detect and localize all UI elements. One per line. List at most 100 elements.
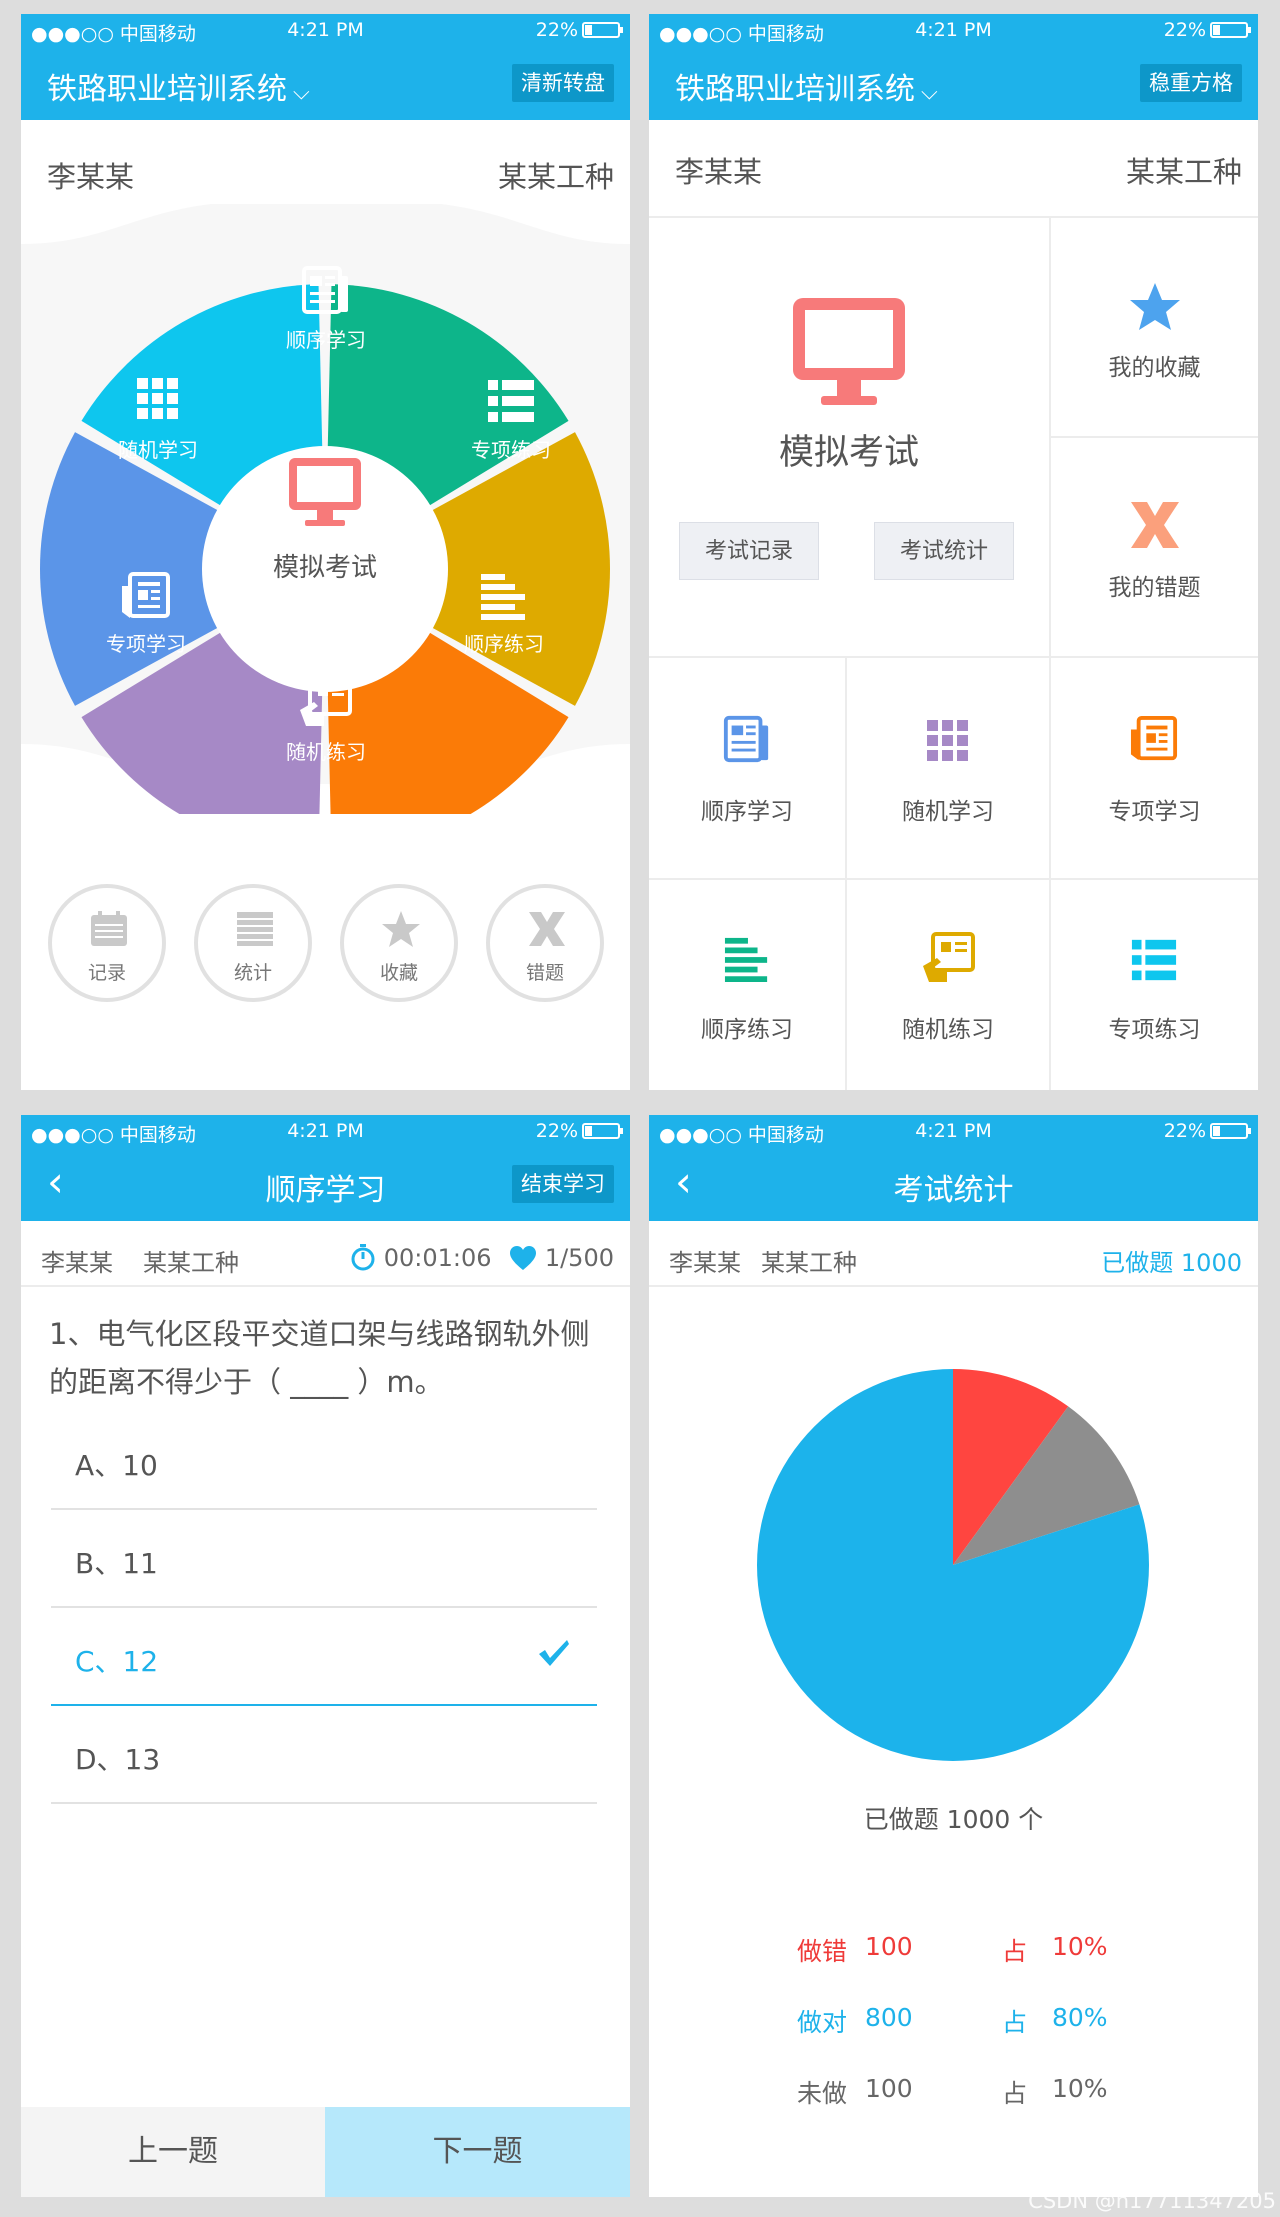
battery-status: 22% xyxy=(536,1120,623,1142)
pie-caption: 已做题 1000 个 xyxy=(863,1805,1044,1834)
status-bar: ●●●○○ 中国移动 4:21 PM 22% xyxy=(649,14,1258,46)
monitor-icon xyxy=(285,456,365,532)
bars-icon xyxy=(434,572,574,624)
table-icon xyxy=(237,912,273,946)
exam-center-label: 模拟考试 xyxy=(272,553,377,583)
newspaper-icon xyxy=(722,714,772,768)
theme-switch-button[interactable]: 清新转盘 xyxy=(512,64,614,102)
stats-button[interactable]: 统计 xyxy=(194,884,312,1002)
stat-pct: 80% xyxy=(1052,2003,1108,2032)
screen-question: ●●●○○ 中国移动 4:21 PM 22% ‹ 顺序学习 结束学习 李某某 某某… xyxy=(21,1115,630,2197)
list-icon xyxy=(1130,936,1178,988)
bars-icon xyxy=(723,936,771,986)
list-icon xyxy=(441,376,581,430)
option-label: B、11 xyxy=(75,1547,158,1580)
theme-switch-button[interactable]: 稳重方格 xyxy=(1140,64,1242,102)
watermark: CSDN @h17711347205 xyxy=(1028,2189,1276,2213)
tile-random-study[interactable] xyxy=(847,658,1049,878)
progress-info: 00:01:06 1/500 xyxy=(350,1243,614,1272)
divider xyxy=(649,1285,1258,1287)
battery-percent: 22% xyxy=(1163,19,1206,41)
checkmark-icon xyxy=(539,1640,569,1666)
option-c[interactable]: C、12 xyxy=(51,1608,597,1706)
grid-icon xyxy=(88,376,228,426)
job-type: 某某工种 xyxy=(497,160,614,194)
mistakes-button[interactable]: 错题 xyxy=(486,884,604,1002)
battery-percent: 22% xyxy=(535,19,578,41)
title-bar: ‹ 考试统计 xyxy=(649,1147,1258,1221)
stat-pct-label: 占 xyxy=(1002,2008,1028,2037)
option-b[interactable]: B、11 xyxy=(51,1510,597,1608)
favorites-button[interactable]: 收藏 xyxy=(340,884,458,1002)
doc-icon xyxy=(76,572,216,626)
tile-label: 随机练习 xyxy=(902,1017,994,1043)
battery-icon xyxy=(1210,1123,1251,1139)
user-row: 李某某 某某工种 xyxy=(675,149,1242,191)
question-progress: 1/500 xyxy=(544,1244,614,1272)
status-bar: ●●●○○ 中国移动 4:21 PM 22% xyxy=(649,1115,1258,1147)
battery-status: 22% xyxy=(535,19,623,41)
timer: 00:01:06 xyxy=(383,1244,492,1272)
tile-sequential-study[interactable] xyxy=(649,658,845,878)
exam-stats-button[interactable]: 考试统计 xyxy=(874,522,1014,580)
question-text: 1、电气化区段平交道口架与线路钢轨外侧的距离不得少于（ ____ ）m。 xyxy=(49,1317,590,1399)
option-a[interactable]: A、10 xyxy=(51,1412,597,1510)
app-title-dropdown[interactable]: 铁路职业培训系统 ⌵ xyxy=(47,64,310,108)
stat-pct: 10% xyxy=(1052,1932,1108,1961)
tile-label: 顺序学习 xyxy=(701,799,793,825)
title-bar: ‹ 顺序学习 结束学习 xyxy=(21,1147,630,1221)
exam-record-button[interactable]: 考试记录 xyxy=(679,522,819,580)
option-d[interactable]: D、13 xyxy=(51,1706,597,1804)
mistakes-label: 我的错题 xyxy=(1108,575,1201,601)
previous-question-button[interactable]: 上一题 xyxy=(21,2107,325,2197)
stat-pct-label: 占 xyxy=(1002,2079,1028,2108)
tile-label: 顺序练习 xyxy=(701,1017,793,1043)
stopwatch-icon xyxy=(351,1244,375,1271)
wheel-item-special-practice[interactable]: 专项练习 xyxy=(441,434,581,463)
stat-count: 800 xyxy=(865,2003,913,2032)
screen-grid: ●●●○○ 中国移动 4:21 PM 22% 铁路职业培训系统 ⌵ 稳重方格 李某… xyxy=(649,14,1258,1090)
screen-statistics: ●●●○○ 中国移动 4:21 PM 22% ‹ 考试统计 李某某 某某工种 已做… xyxy=(649,1115,1258,2197)
option-label: A、10 xyxy=(75,1449,158,1482)
star-icon xyxy=(382,911,420,947)
page-title: 考试统计 xyxy=(893,1173,1014,1208)
cross-icon xyxy=(1129,500,1181,554)
wheel-item-special-study[interactable]: 专项学习 xyxy=(76,628,216,657)
job-type: 某某工种 xyxy=(761,1249,857,1277)
tile-label: 专项练习 xyxy=(1108,1017,1201,1043)
monitor-icon xyxy=(789,296,909,412)
tile-special-study[interactable] xyxy=(1051,658,1258,878)
app-title: 铁路职业培训系统 xyxy=(675,72,915,107)
stat-label: 未做 xyxy=(797,2079,848,2108)
info-row: 李某某 某某工种 已做题 1000 xyxy=(669,1243,1242,1277)
record-label: 记录 xyxy=(87,962,126,984)
wheel-item-random-study[interactable]: 随机学习 xyxy=(88,434,228,463)
job-type: 某某工种 xyxy=(143,1249,239,1277)
battery-status: 22% xyxy=(1163,1120,1251,1142)
grid-icon xyxy=(925,718,971,768)
option-label: C、12 xyxy=(75,1645,159,1678)
app-title: 铁路职业培训系统 xyxy=(47,72,287,107)
doc-icon xyxy=(1129,716,1179,768)
favorites-label: 收藏 xyxy=(379,962,418,984)
record-button[interactable]: 记录 xyxy=(48,884,166,1002)
end-study-button[interactable]: 结束学习 xyxy=(512,1165,614,1203)
battery-percent: 22% xyxy=(1163,1120,1206,1142)
pie-chart xyxy=(757,1369,1149,1761)
cross-icon xyxy=(529,912,565,946)
chevron-down-icon: ⌵ xyxy=(293,80,310,105)
app-title-dropdown[interactable]: 铁路职业培训系统 ⌵ xyxy=(675,64,938,108)
star-icon xyxy=(1129,282,1181,336)
title-bar: 铁路职业培训系统 ⌵ 清新转盘 xyxy=(21,46,630,120)
stat-count: 100 xyxy=(865,1932,913,1961)
wheel-item-random-practice[interactable]: 随机练习 xyxy=(256,736,396,765)
job-type: 某某工种 xyxy=(1125,155,1242,189)
user-name: 李某某 xyxy=(47,160,135,194)
next-question-button[interactable]: 下一题 xyxy=(325,2107,630,2197)
wheel-item-sequential-study[interactable]: 顺序学习 xyxy=(256,324,396,353)
heart-icon xyxy=(510,1246,537,1270)
wheel-item-sequential-practice[interactable]: 顺序练习 xyxy=(434,628,574,657)
tile-label: 随机学习 xyxy=(902,799,994,825)
status-bar: ●●●○○ 中国移动 4:21 PM 22% xyxy=(21,1115,630,1147)
battery-status: 22% xyxy=(1163,19,1251,41)
